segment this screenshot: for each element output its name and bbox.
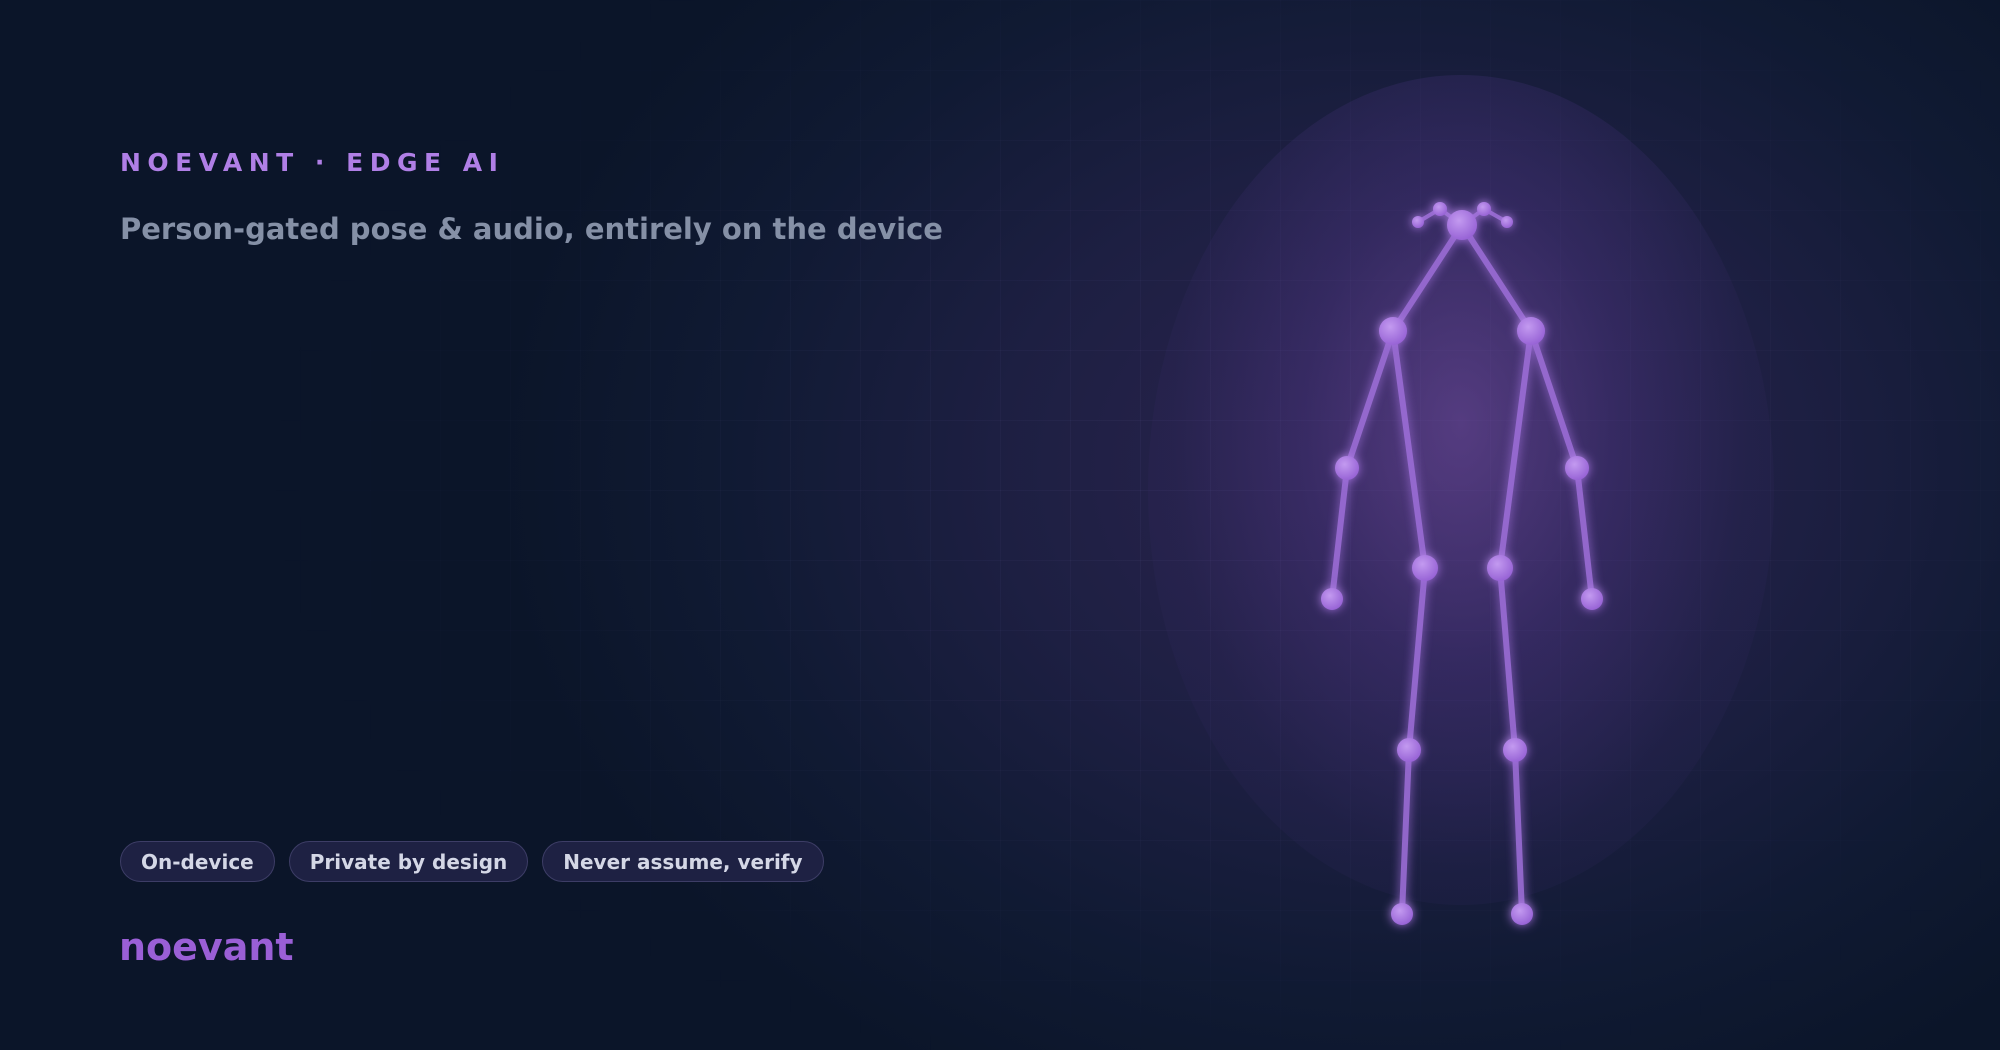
joint-left-shoulder bbox=[1379, 317, 1407, 345]
joint-right-knee bbox=[1503, 738, 1527, 762]
joint-right-wrist bbox=[1581, 588, 1603, 610]
joint-right-shoulder bbox=[1517, 317, 1545, 345]
joint-head bbox=[1447, 210, 1477, 240]
joint-left-elbow bbox=[1335, 456, 1359, 480]
joint-right-hip bbox=[1487, 555, 1513, 581]
pill-never-assume-verify: Never assume, verify bbox=[542, 841, 824, 882]
joint-right-ear bbox=[1477, 202, 1491, 216]
bone-left-elbow-to-left-wrist bbox=[1329, 465, 1350, 602]
bone-right-shoulder-to-right-elbow bbox=[1528, 328, 1580, 471]
bone-left-shoulder-to-left-elbow bbox=[1344, 328, 1396, 471]
bone-right-hip-to-right-knee bbox=[1497, 565, 1518, 753]
feature-pills: On-device Private by design Never assume… bbox=[120, 841, 824, 882]
bone-left-knee-to-left-ankle bbox=[1399, 747, 1412, 917]
bone-left-hip-to-left-knee bbox=[1406, 565, 1428, 753]
page-subtitle: Person-gated pose & audio, entirely on t… bbox=[120, 212, 943, 246]
hero-banner: NOEVANT · EDGE AI Person-gated pose & au… bbox=[0, 0, 2000, 1050]
joint-left-wrist bbox=[1321, 588, 1343, 610]
joint-left-ear bbox=[1433, 202, 1447, 216]
joint-right-elbow bbox=[1565, 456, 1589, 480]
bone-right-knee-to-right-ankle bbox=[1512, 747, 1525, 917]
joint-left-ear-tip bbox=[1412, 216, 1424, 228]
joint-right-ear-tip bbox=[1501, 216, 1513, 228]
bone-right-shoulder-to-right-hip bbox=[1497, 328, 1534, 571]
bone-head-to-left-shoulder bbox=[1390, 222, 1465, 334]
pill-on-device: On-device bbox=[120, 841, 275, 882]
bone-right-elbow-to-right-wrist bbox=[1574, 465, 1595, 602]
joint-left-hip bbox=[1412, 555, 1438, 581]
bone-left-shoulder-to-left-hip bbox=[1390, 328, 1428, 571]
brand-wordmark: noevant bbox=[119, 925, 294, 969]
joint-left-ankle bbox=[1391, 903, 1413, 925]
bone-head-to-right-shoulder bbox=[1459, 222, 1534, 334]
eyebrow-label: NOEVANT · EDGE AI bbox=[120, 148, 505, 177]
joint-right-ankle bbox=[1511, 903, 1533, 925]
pill-private-by-design: Private by design bbox=[288, 841, 529, 882]
joint-left-knee bbox=[1397, 738, 1421, 762]
